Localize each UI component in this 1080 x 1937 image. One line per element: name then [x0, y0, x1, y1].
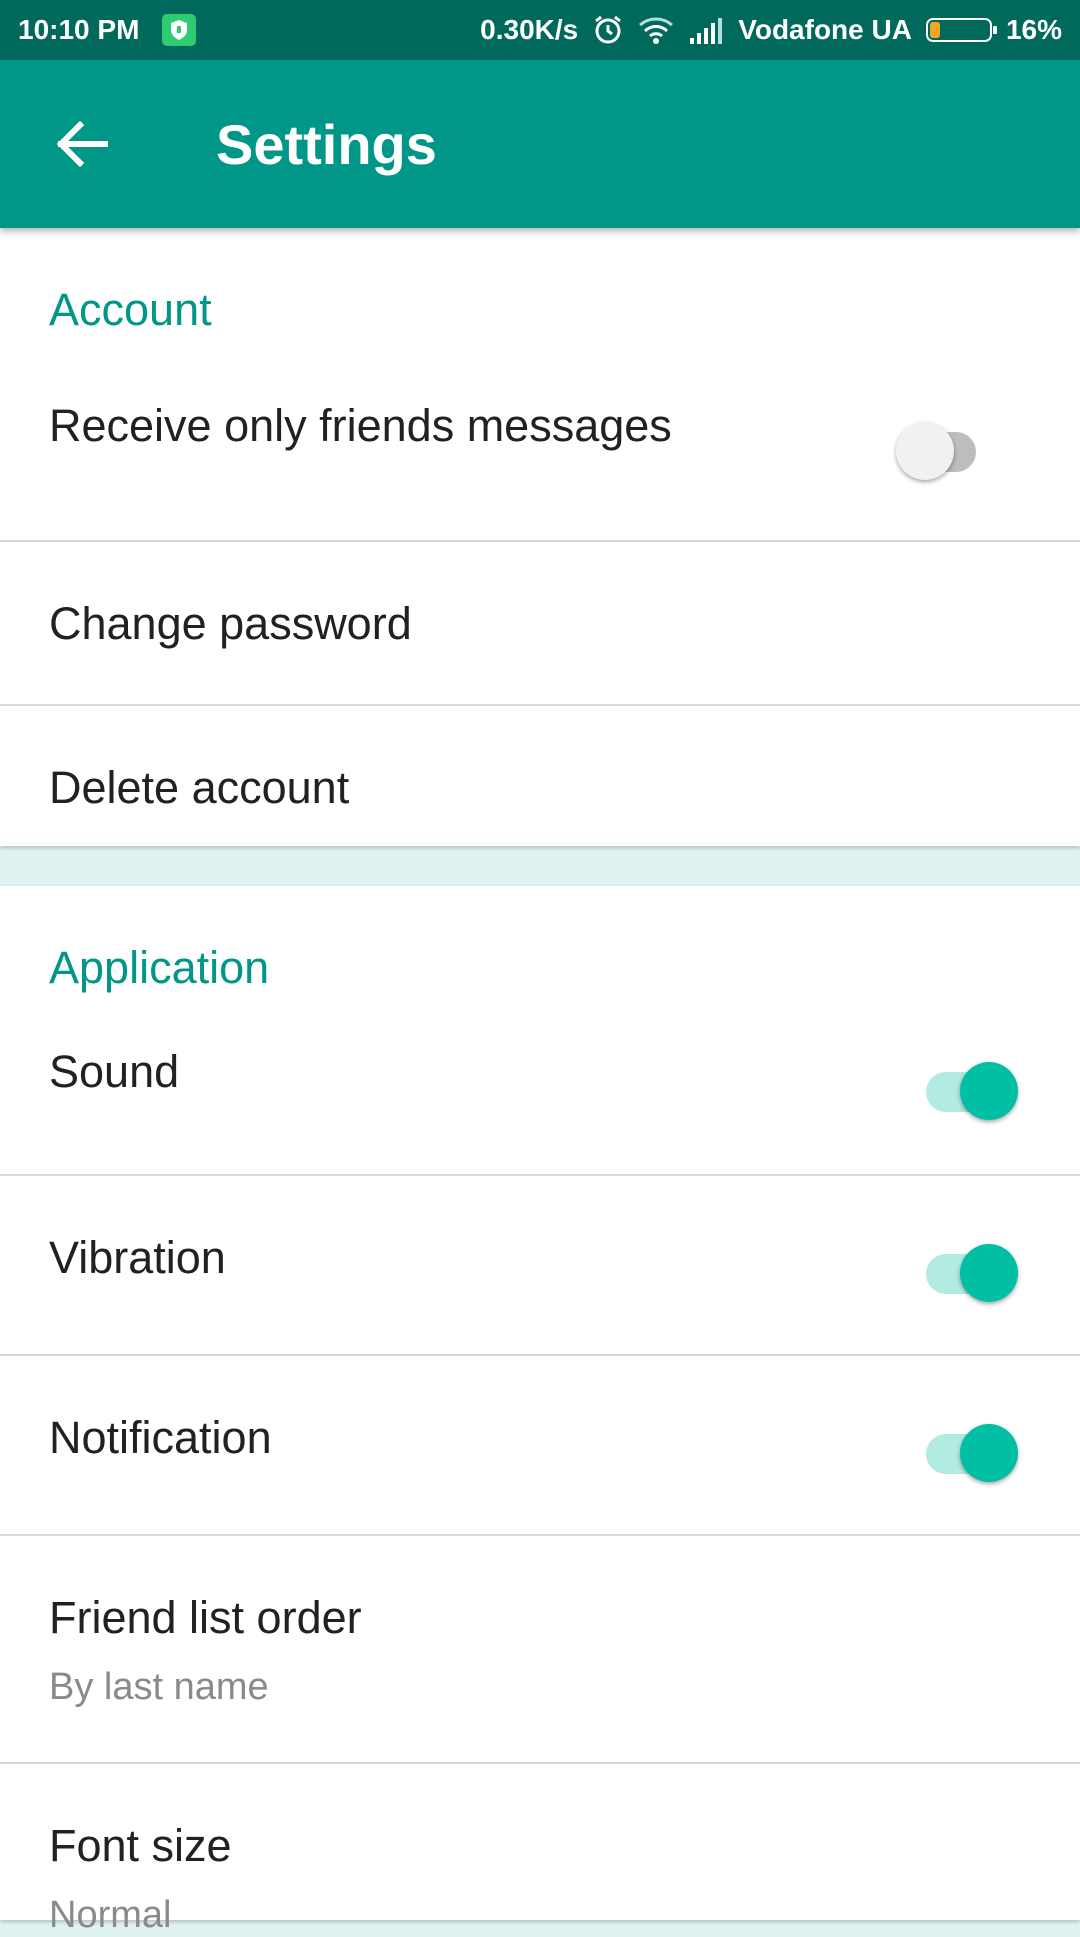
- back-button[interactable]: [52, 114, 112, 174]
- battery-icon: [925, 18, 997, 42]
- font-size-row[interactable]: Font size Normal: [0, 1764, 1080, 1936]
- vibration-row[interactable]: Vibration: [0, 1176, 1080, 1356]
- carrier-name: Vodafone UA: [738, 14, 912, 45]
- battery-percent: 16%: [1005, 14, 1062, 45]
- receive-friends-label: Receive only friends messages: [49, 400, 672, 451]
- sound-label: Sound: [49, 1046, 180, 1097]
- receive-friends-switch[interactable]: [896, 412, 996, 480]
- font-size-label: Font size: [49, 1820, 232, 1871]
- application-section: Application Sound Vibration Notification…: [0, 886, 1080, 1936]
- receive-friends-row[interactable]: Receive only friends messages: [0, 332, 1080, 542]
- change-password-row[interactable]: Change password: [0, 542, 1080, 706]
- application-header: Application: [49, 942, 270, 993]
- app-bar: Settings: [0, 60, 1080, 228]
- sound-row[interactable]: Sound: [0, 990, 1080, 1176]
- vibration-label: Vibration: [49, 1232, 226, 1283]
- status-time: 10:10 PM: [18, 14, 140, 45]
- notification-switch[interactable]: [918, 1414, 1018, 1482]
- notification-label: Notification: [49, 1412, 272, 1463]
- account-header: Account: [49, 284, 212, 335]
- arrow-left-icon: [56, 121, 108, 167]
- page-title: Settings: [216, 113, 437, 176]
- delete-account-label: Delete account: [49, 762, 350, 813]
- signal-icon: [690, 18, 723, 44]
- shield-icon: [162, 14, 196, 46]
- friend-list-order-label: Friend list order: [49, 1592, 362, 1643]
- friend-list-order-row[interactable]: Friend list order By last name: [0, 1536, 1080, 1764]
- wifi-icon: [639, 17, 674, 44]
- network-speed: 0.30K/s: [480, 14, 579, 45]
- vibration-switch[interactable]: [918, 1234, 1018, 1302]
- friend-list-order-value: By last name: [49, 1666, 269, 1708]
- font-size-value: Normal: [49, 1894, 172, 1936]
- alarm-icon: [595, 15, 622, 44]
- sound-switch[interactable]: [918, 1052, 1018, 1120]
- delete-account-row[interactable]: Delete account: [0, 706, 1080, 846]
- status-bar: 10:10 PM 0.30K/s Vodafone UA 16%: [0, 0, 1080, 60]
- change-password-label: Change password: [49, 598, 412, 649]
- account-section: Account Receive only friends messages Ch…: [0, 228, 1080, 846]
- notification-row[interactable]: Notification: [0, 1356, 1080, 1536]
